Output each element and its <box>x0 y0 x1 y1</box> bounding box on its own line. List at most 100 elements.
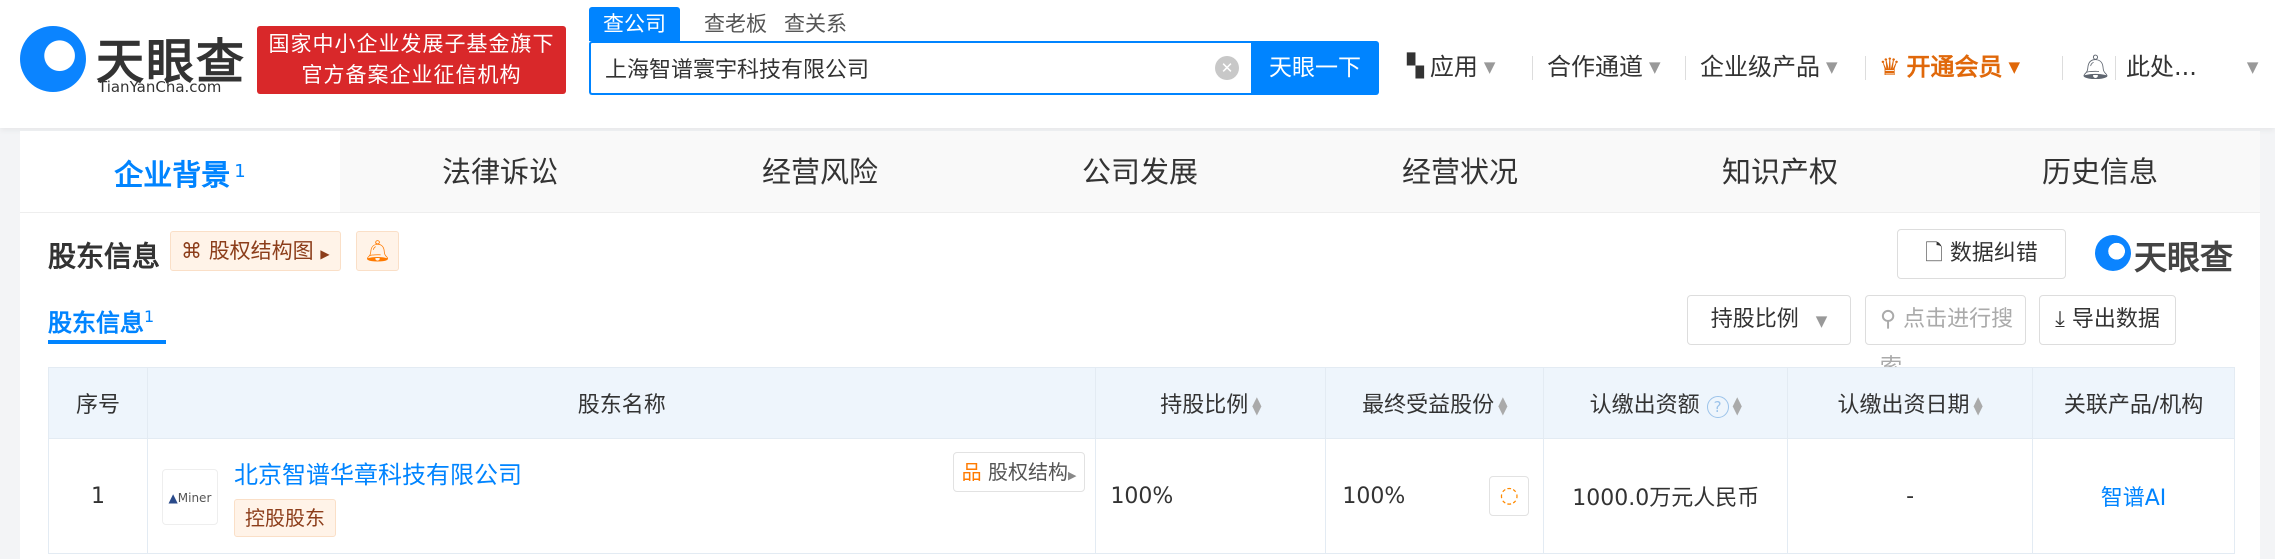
search-box: ✕ <box>589 41 1253 95</box>
search-icon: ⚲ <box>1880 307 1897 332</box>
search-input[interactable] <box>591 43 1171 93</box>
document-alert-icon: 🗋 <box>1925 241 1943 266</box>
search-tab-boss[interactable]: 查老板 <box>690 7 781 41</box>
ratio-filter-dropdown[interactable]: 持股比例 ▼ <box>1687 295 1851 345</box>
col-label: 认缴出资日期 <box>1837 393 1970 418</box>
caret-down-icon: ▼ <box>1815 312 1828 330</box>
nav-vip-label: 开通会员 <box>1906 53 2003 81</box>
tab-development[interactable]: 公司发展 <box>980 131 1300 212</box>
col-date[interactable]: 认缴出资日期 ▲ ▼ <box>1787 367 2034 439</box>
col-amount[interactable]: 认缴出资额 ? ▲ ▼ <box>1543 367 1789 439</box>
caret-down-icon: ▼ <box>1826 58 1838 76</box>
tab-history[interactable]: 历史信息 <box>1940 131 2260 212</box>
beneficial-value: 100% <box>1342 483 1406 509</box>
nav-apps-label: 应用 <box>1429 53 1478 81</box>
col-label: 最终受益股份 <box>1362 393 1495 418</box>
subtab-count: 1 <box>144 307 155 326</box>
banner-line-2: 官方备案企业征信机构 <box>301 63 522 87</box>
sort-icon[interactable]: ▲ ▼ <box>1974 395 1983 416</box>
download-icon: ⤓ <box>2055 307 2065 332</box>
tab-legal[interactable]: 法律诉讼 <box>340 131 660 212</box>
nav-apps[interactable]: ▚ 应用 ▼ <box>1407 50 1495 84</box>
top-header: 天眼查 TianYanCha.com 国家中小企业发展子基金旗下 官方备案企业征… <box>0 0 2275 128</box>
beneficial-chart-icon[interactable]: ◌ <box>1489 476 1530 516</box>
clear-icon[interactable]: ✕ <box>1215 56 1239 80</box>
watermark-logo-icon <box>2095 235 2131 271</box>
sort-icon[interactable]: ▲ ▼ <box>1252 395 1261 416</box>
ratio-filter-label: 持股比例 <box>1710 307 1799 332</box>
company-logo-text: Miner <box>177 491 212 505</box>
official-banner: 国家中小企业发展子基金旗下 官方备案企业征信机构 <box>257 26 566 94</box>
nav-enterprise-label: 企业级产品 <box>1700 53 1820 81</box>
nav-vip[interactable]: ♛ 开通会员 ▼ <box>1879 50 2020 84</box>
col-name: 股东名称 <box>146 367 1097 439</box>
company-logo: ▲Miner <box>161 469 218 525</box>
tab-label: 企业背景 <box>114 158 231 192</box>
watermark-text: 天眼查 <box>2134 238 2233 277</box>
caret-down-icon: ▼ <box>1483 58 1496 76</box>
bell-icon: 🔔︎ <box>364 239 391 263</box>
col-product: 关联产品/机构 <box>2032 367 2235 439</box>
bell-icon[interactable]: 🔔︎ <box>2080 50 2110 84</box>
tab-enterprise-background[interactable]: 企业背景 1 <box>20 131 340 212</box>
table-header: 序号 股东名称 持股比例 ▲ ▼ 最终受益股份 ▲ ▼ 认缴出资额 ? ▲ ▼ 认缴出资日期… <box>48 367 2235 439</box>
controlling-tag: 控股股东 <box>233 499 336 537</box>
category-tabs: 企业背景 1 法律诉讼 经营风险 公司发展 经营状况 知识产权 历史信息 <box>20 131 2260 213</box>
tianyancha-logo-icon[interactable] <box>20 26 86 92</box>
caret-down-icon: ▼ <box>1649 58 1661 76</box>
report-error-label: 数据纠错 <box>1949 241 2038 266</box>
nav-enterprise[interactable]: 企业级产品 ▼ <box>1700 50 1838 84</box>
shareholder-table: 序号 股东名称 持股比例 ▲ ▼ 最终受益股份 ▲ ▼ 认缴出资额 ? ▲ ▼ 认缴出资日期… <box>48 367 2235 554</box>
apps-grid-icon: ▚ <box>1407 54 1424 79</box>
divider <box>1685 56 1686 80</box>
shareholder-cell: ▲Miner 北京智谱华章科技有限公司 控股股东 品 股权结构▶ <box>146 438 1097 554</box>
col-ratio[interactable]: 持股比例 ▲ ▼ <box>1095 367 1327 439</box>
divider <box>1532 56 1533 80</box>
nav-user[interactable]: 此处... ▼ <box>2126 50 2258 84</box>
search-button[interactable]: 天眼一下 <box>1251 41 1379 95</box>
beneficial-cell: 100% ◌ <box>1325 438 1545 554</box>
caret-down-icon: ▼ <box>2246 58 2259 76</box>
sort-icon[interactable]: ▲ ▼ <box>1498 395 1507 416</box>
caret-right-icon: ▶ <box>1067 469 1077 482</box>
report-error-button[interactable]: 🗋 数据纠错 <box>1897 229 2066 279</box>
subtab-shareholders[interactable]: 股东信息1 <box>48 303 154 338</box>
help-icon[interactable]: ? <box>1706 396 1729 418</box>
col-label: 持股比例 <box>1160 393 1249 418</box>
equity-structure-label: 股权结构 <box>987 460 1068 484</box>
monitor-bell-button[interactable]: 🔔︎ <box>356 231 399 271</box>
tab-risk[interactable]: 经营风险 <box>660 131 980 212</box>
date-cell: - <box>1787 438 2034 554</box>
table-row: 1 ▲Miner 北京智谱华章科技有限公司 控股股东 品 股权结构▶ 100% … <box>48 438 2235 554</box>
banner-line-1: 国家中小企业发展子基金旗下 <box>268 32 555 56</box>
sort-icon[interactable]: ▲ ▼ <box>1733 395 1742 416</box>
shareholder-name-link[interactable]: 北京智谱华章科技有限公司 <box>234 455 522 490</box>
divider <box>1865 56 1866 80</box>
subtab-label: 股东信息 <box>48 309 144 337</box>
nav-user-label: 此处... <box>2126 53 2197 81</box>
section-title: 股东信息 <box>48 240 161 273</box>
export-label: 导出数据 <box>2071 307 2160 332</box>
table-search-input[interactable]: ⚲ 点击进行搜索 <box>1865 295 2026 380</box>
tab-operation[interactable]: 经营状况 <box>1300 131 1620 212</box>
product-link[interactable]: 智谱AI <box>2032 438 2235 554</box>
logo-subtext: TianYanCha.com <box>98 78 222 96</box>
tab-count: 1 <box>234 161 246 182</box>
equity-chart-label: 股权结构图 <box>208 239 314 263</box>
subtab-underline <box>48 340 166 344</box>
structure-icon: 品 <box>961 460 982 484</box>
row-index: 1 <box>48 438 148 554</box>
nav-channel-label: 合作通道 <box>1547 53 1643 81</box>
equity-chart-button[interactable]: ⌘ 股权结构图 ▶ <box>170 231 341 271</box>
tab-ip[interactable]: 知识产权 <box>1620 131 1940 212</box>
nav-channel[interactable]: 合作通道 ▼ <box>1547 50 1661 84</box>
equity-structure-button[interactable]: 品 股权结构▶ <box>952 452 1086 492</box>
export-button[interactable]: ⤓ 导出数据 <box>2039 295 2176 345</box>
divider <box>2115 56 2116 80</box>
search-tab-company[interactable]: 查公司 <box>589 7 680 41</box>
divider <box>2062 56 2063 80</box>
col-beneficial[interactable]: 最终受益股份 ▲ ▼ <box>1325 367 1545 439</box>
main-content: 企业背景 1 法律诉讼 经营风险 公司发展 经营状况 知识产权 历史信息 股东信息… <box>20 131 2260 559</box>
col-label: 认缴出资额 <box>1589 393 1700 418</box>
search-tab-relation[interactable]: 查关系 <box>770 7 861 41</box>
